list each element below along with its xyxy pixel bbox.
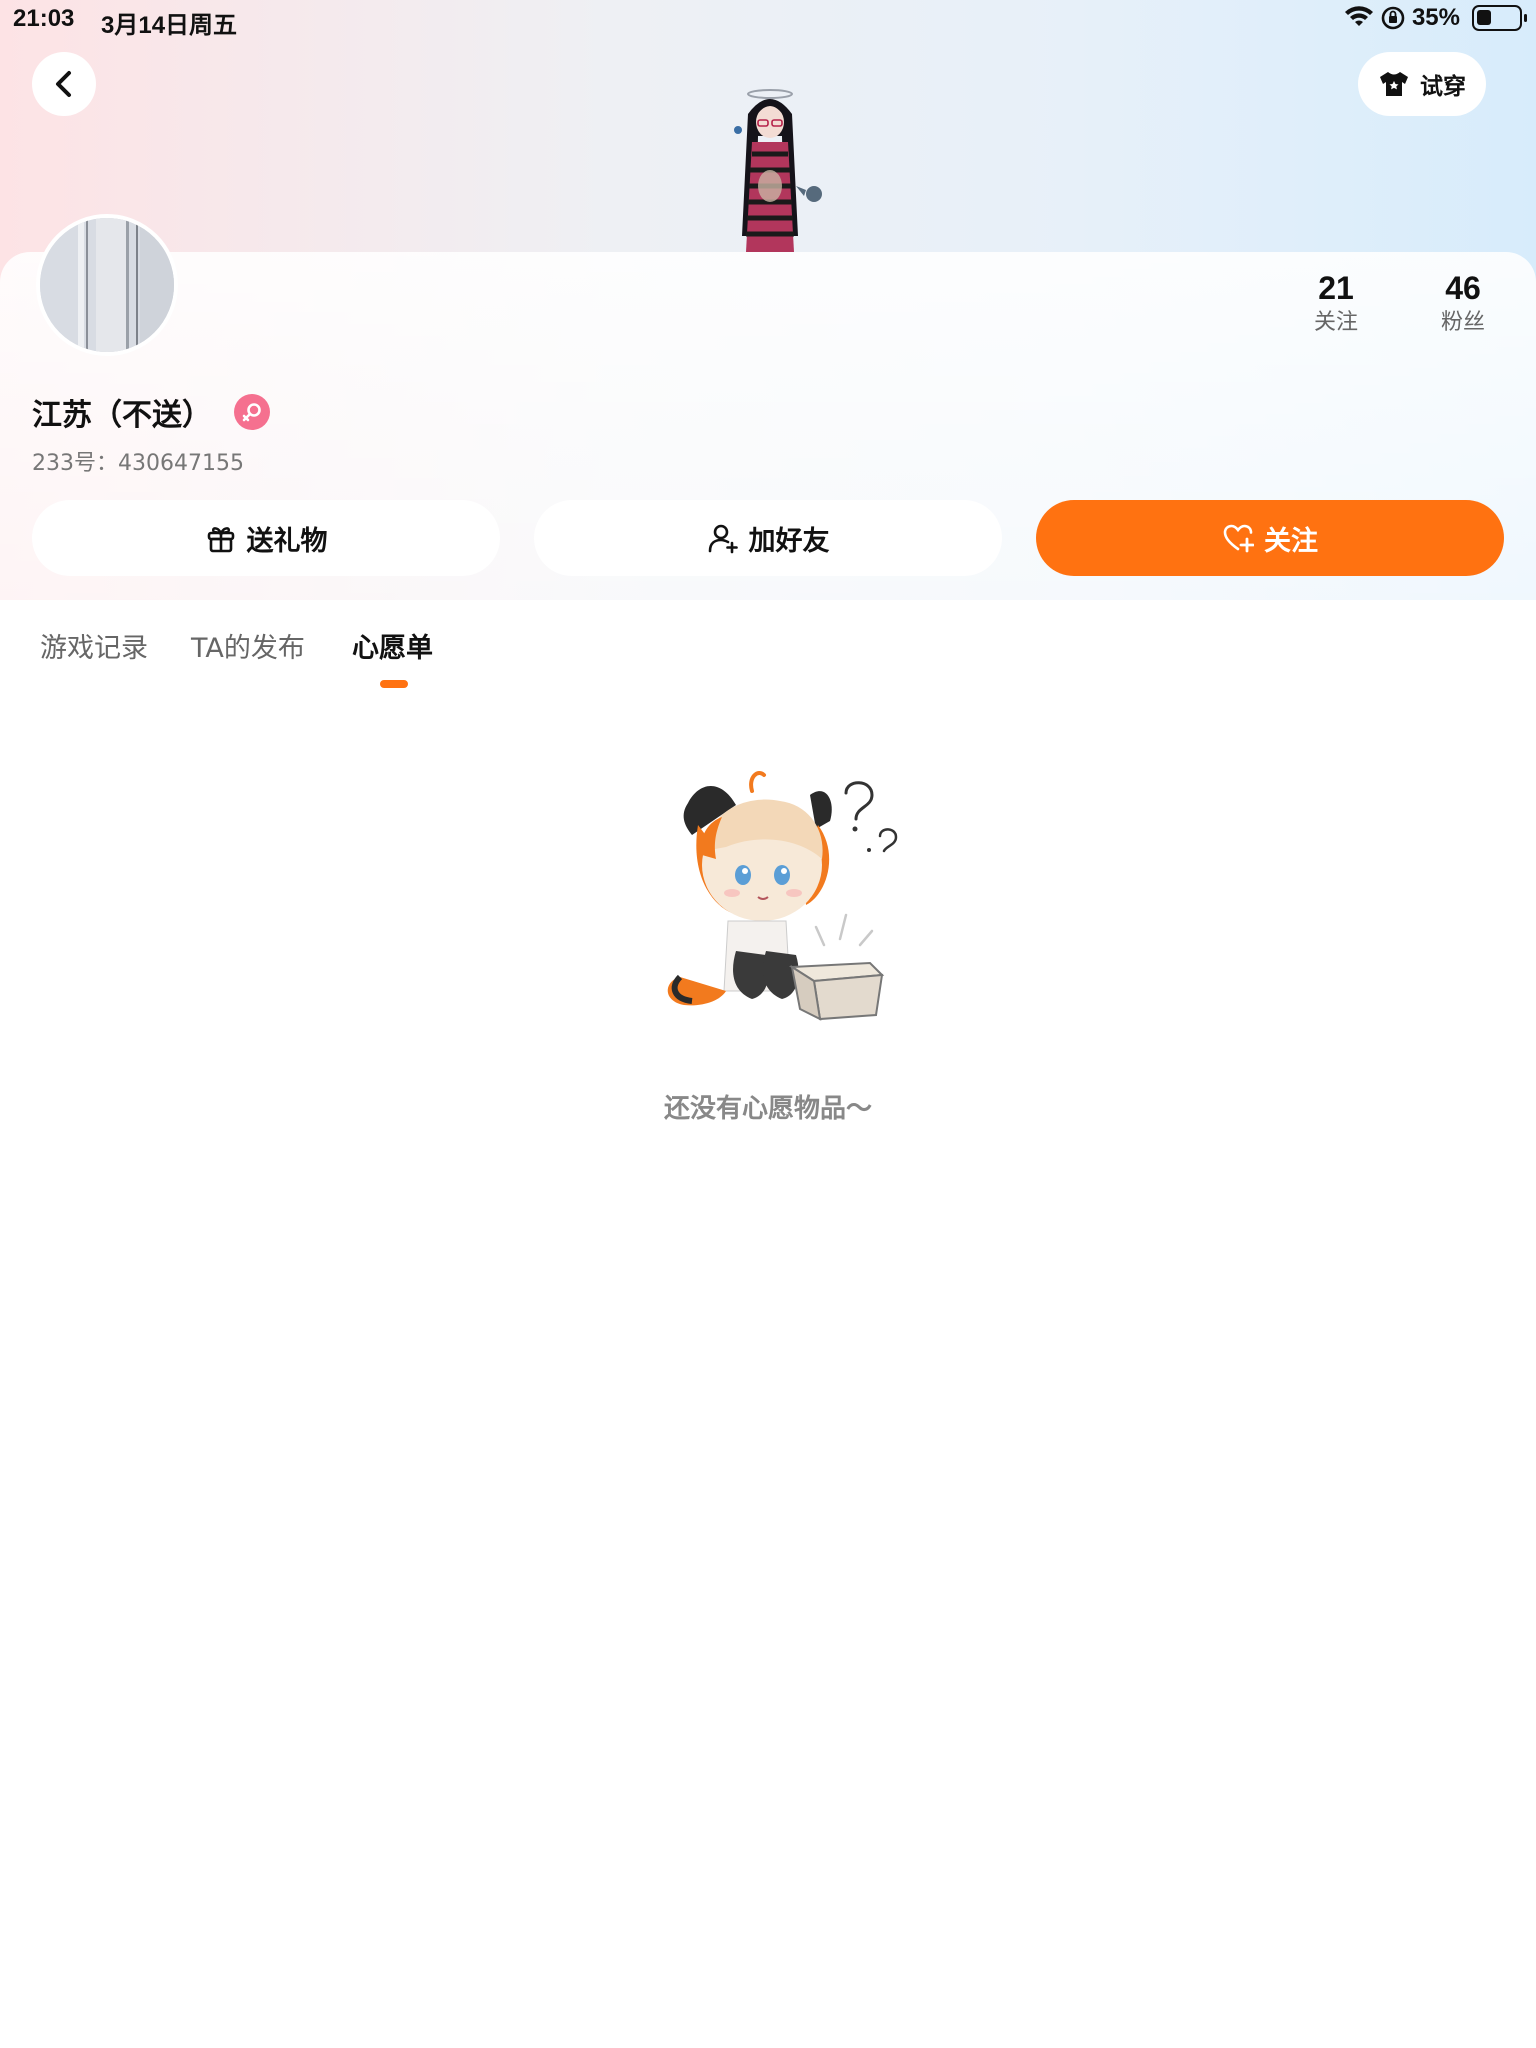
rotation-lock-icon: [1381, 6, 1405, 30]
following-stat[interactable]: 21 关注: [1286, 268, 1386, 338]
back-button[interactable]: [32, 52, 96, 116]
fans-count: 46: [1445, 270, 1481, 306]
username-row: 江苏（不送）: [32, 390, 270, 434]
tshirt-icon: [1380, 72, 1408, 96]
following-label: 关注: [1313, 310, 1358, 335]
follow-button[interactable]: 关注: [1036, 500, 1504, 576]
tab-posts[interactable]: TA的发布: [191, 626, 305, 665]
try-on-button[interactable]: 试穿: [1358, 52, 1486, 116]
try-on-label: 试穿: [1420, 74, 1466, 100]
status-time: 21:03: [13, 5, 75, 32]
female-icon: [242, 403, 261, 422]
following-count: 21: [1318, 270, 1354, 306]
fans-label: 粉丝: [1440, 310, 1485, 335]
status-indicators: 35%: [1344, 4, 1527, 32]
battery-icon: [1472, 5, 1527, 31]
heart-plus-icon: [1223, 524, 1254, 553]
send-gift-button[interactable]: 送礼物: [32, 500, 500, 576]
gender-badge: [234, 394, 270, 430]
tab-wishlist[interactable]: 心愿单: [352, 626, 433, 665]
empty-state-message: 还没有心愿物品～: [663, 1094, 872, 1124]
status-bar: 21:03 3月14日周五 35%: [0, 0, 1536, 40]
empty-state-illustration: [667, 771, 898, 1021]
active-tab-indicator: [380, 680, 408, 688]
user-id: 233号：430647155: [32, 451, 244, 476]
wifi-icon: [1344, 6, 1373, 26]
send-gift-label: 送礼物: [246, 525, 328, 557]
username: 江苏（不送）: [32, 398, 212, 433]
character-avatar-figure: [734, 89, 822, 252]
avatar[interactable]: [36, 214, 178, 356]
battery-percent: 35%: [1411, 4, 1460, 31]
tab-game-records[interactable]: 游戏记录: [40, 626, 148, 665]
gift-icon: [207, 527, 234, 553]
profile-tabs: 游戏记录 TA的发布 心愿单: [0, 600, 1536, 690]
add-user-icon: [708, 524, 738, 554]
add-friend-label: 加好友: [748, 525, 830, 557]
avatar-photo: [40, 218, 174, 352]
status-date: 3月14日周五: [101, 12, 238, 39]
add-friend-button[interactable]: 加好友: [534, 500, 1002, 576]
follow-label: 关注: [1264, 525, 1318, 557]
fans-stat[interactable]: 46 粉丝: [1413, 268, 1513, 338]
chevron-left-icon: [56, 71, 71, 97]
